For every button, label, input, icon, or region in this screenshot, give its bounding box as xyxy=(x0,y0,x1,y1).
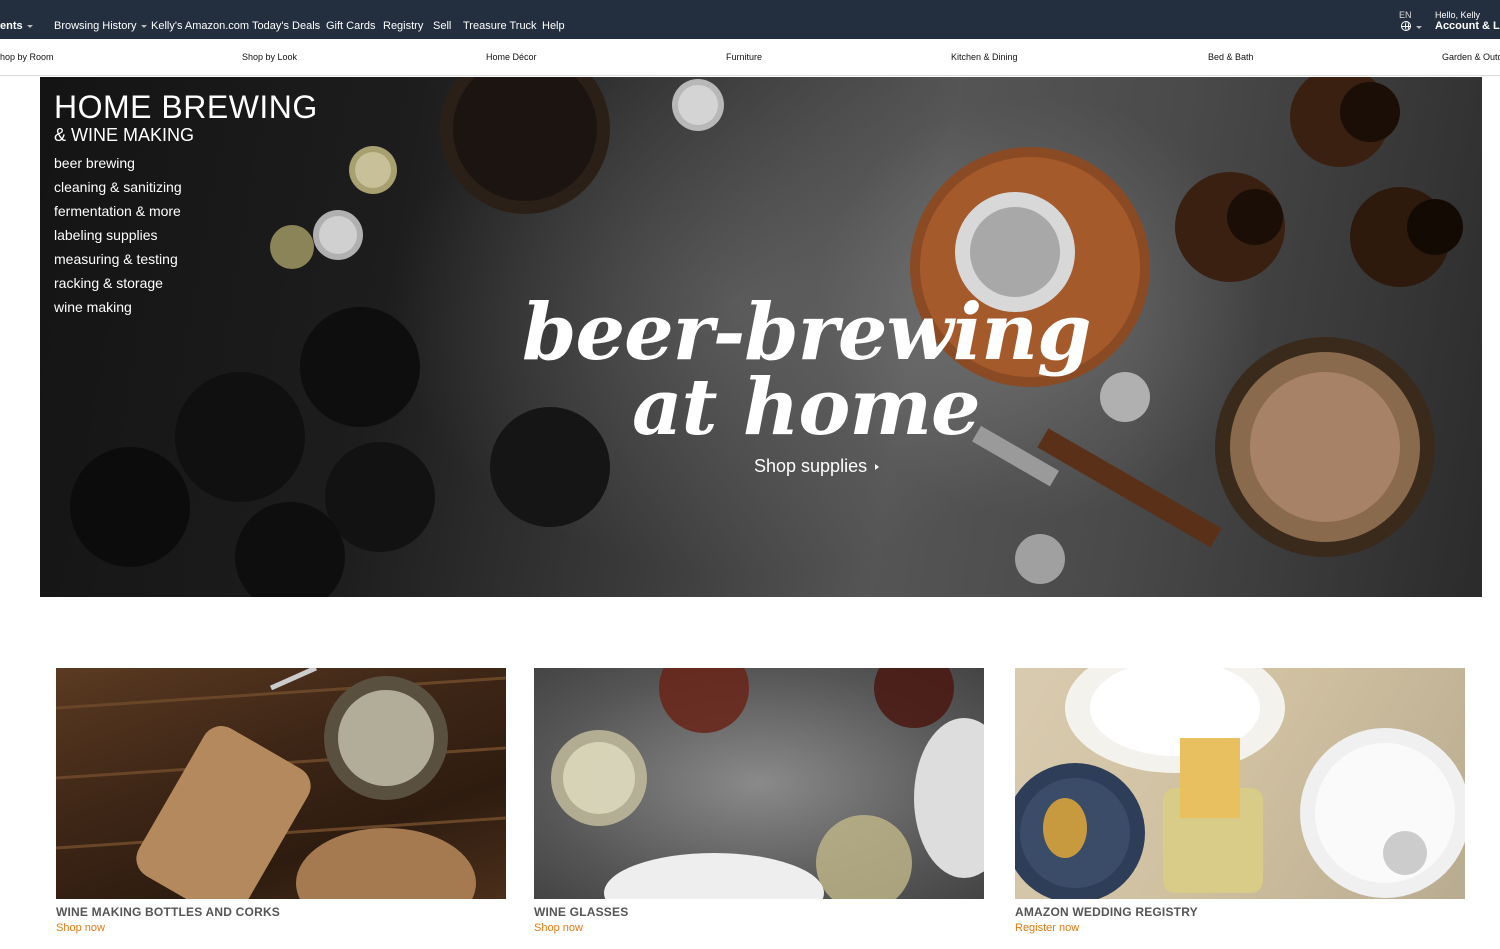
arrow-right-icon xyxy=(875,464,880,471)
shop-supplies-label: Shop supplies xyxy=(754,456,868,476)
register-now-link[interactable]: Register now xyxy=(1015,922,1465,934)
tile-image-registry[interactable] xyxy=(1015,668,1465,899)
subnav-shop-by-room[interactable]: hop by Room xyxy=(0,52,54,62)
top-nav-bar: ents Browsing History Kelly's Amazon.com… xyxy=(0,0,1500,39)
tile-wine-glasses[interactable]: WINE GLASSES Shop now xyxy=(534,668,984,934)
treasure-truck-link[interactable]: Treasure Truck xyxy=(463,20,537,32)
gift-cards-link[interactable]: Gift Cards xyxy=(326,20,376,32)
hero-script-line2: at home xyxy=(632,362,981,453)
tile-title[interactable]: WINE GLASSES xyxy=(534,905,984,919)
registry-link[interactable]: Registry xyxy=(383,20,423,32)
subnav-bed-bath[interactable]: Bed & Bath xyxy=(1208,52,1254,62)
hero-banner[interactable]: HOME BREWING & WINE MAKING beer brewing … xyxy=(40,77,1482,597)
shop-supplies-link[interactable]: Shop supplies xyxy=(754,456,880,477)
hero-link-fermentation[interactable]: fermentation & more xyxy=(54,203,182,227)
hero-title: HOME BREWING xyxy=(54,89,318,125)
subnav-shop-by-look[interactable]: Shop by Look xyxy=(242,52,297,62)
wine-glasses-image xyxy=(551,668,984,899)
wedding-registry-image xyxy=(1015,668,1465,899)
hero-link-cleaning-sanitizing[interactable]: cleaning & sanitizing xyxy=(54,179,182,203)
chevron-down-icon xyxy=(1416,26,1422,29)
language-code[interactable]: EN xyxy=(1399,10,1412,20)
corks-image xyxy=(56,668,506,899)
subnav-home-decor[interactable]: Home Décor xyxy=(486,52,537,62)
tile-image-glasses[interactable] xyxy=(534,668,984,899)
browsing-history-link[interactable]: Browsing History xyxy=(54,20,147,32)
shop-now-link[interactable]: Shop now xyxy=(56,922,506,934)
hero-subtitle: & WINE MAKING xyxy=(54,125,195,145)
shop-now-link[interactable]: Shop now xyxy=(534,922,984,934)
hero-link-measuring-testing[interactable]: measuring & testing xyxy=(54,251,182,275)
hero-link-labeling-supplies[interactable]: labeling supplies xyxy=(54,227,182,251)
subnav-garden-outdoor[interactable]: Garden & Outd xyxy=(1442,52,1500,62)
globe-icon[interactable] xyxy=(1401,21,1411,31)
departments-menu[interactable]: ents xyxy=(0,20,33,32)
chevron-down-icon xyxy=(26,24,33,28)
hero-link-beer-brewing[interactable]: beer brewing xyxy=(54,155,182,179)
tile-title[interactable]: AMAZON WEDDING REGISTRY xyxy=(1015,905,1465,919)
tile-image-corks[interactable] xyxy=(56,668,506,899)
subnav-kitchen-dining[interactable]: Kitchen & Dining xyxy=(951,52,1018,62)
kellys-amazon-link[interactable]: Kelly's Amazon.com xyxy=(151,20,249,32)
account-lists-menu[interactable]: Account & Li xyxy=(1435,20,1500,32)
todays-deals-link[interactable]: Today's Deals xyxy=(252,20,320,32)
subnav-furniture[interactable]: Furniture xyxy=(726,52,762,62)
greeting-text: Hello, Kelly xyxy=(1435,10,1481,20)
hero-link-racking-storage[interactable]: racking & storage xyxy=(54,275,182,299)
category-nav-bar: hop by Room Shop by Look Home Décor Furn… xyxy=(0,39,1500,76)
hero-link-wine-making[interactable]: wine making xyxy=(54,299,182,323)
tile-wedding-registry[interactable]: AMAZON WEDDING REGISTRY Register now xyxy=(1015,668,1465,934)
hero-link-list: beer brewing cleaning & sanitizing ferme… xyxy=(54,155,182,323)
browsing-history-label: Browsing History xyxy=(54,20,137,32)
tile-wine-bottles-corks[interactable]: WINE MAKING BOTTLES AND CORKS Shop now xyxy=(56,668,506,934)
help-link[interactable]: Help xyxy=(542,20,565,32)
chevron-down-icon xyxy=(140,24,147,28)
sell-link[interactable]: Sell xyxy=(433,20,451,32)
departments-label: ents xyxy=(0,20,23,32)
tile-title[interactable]: WINE MAKING BOTTLES AND CORKS xyxy=(56,905,506,919)
